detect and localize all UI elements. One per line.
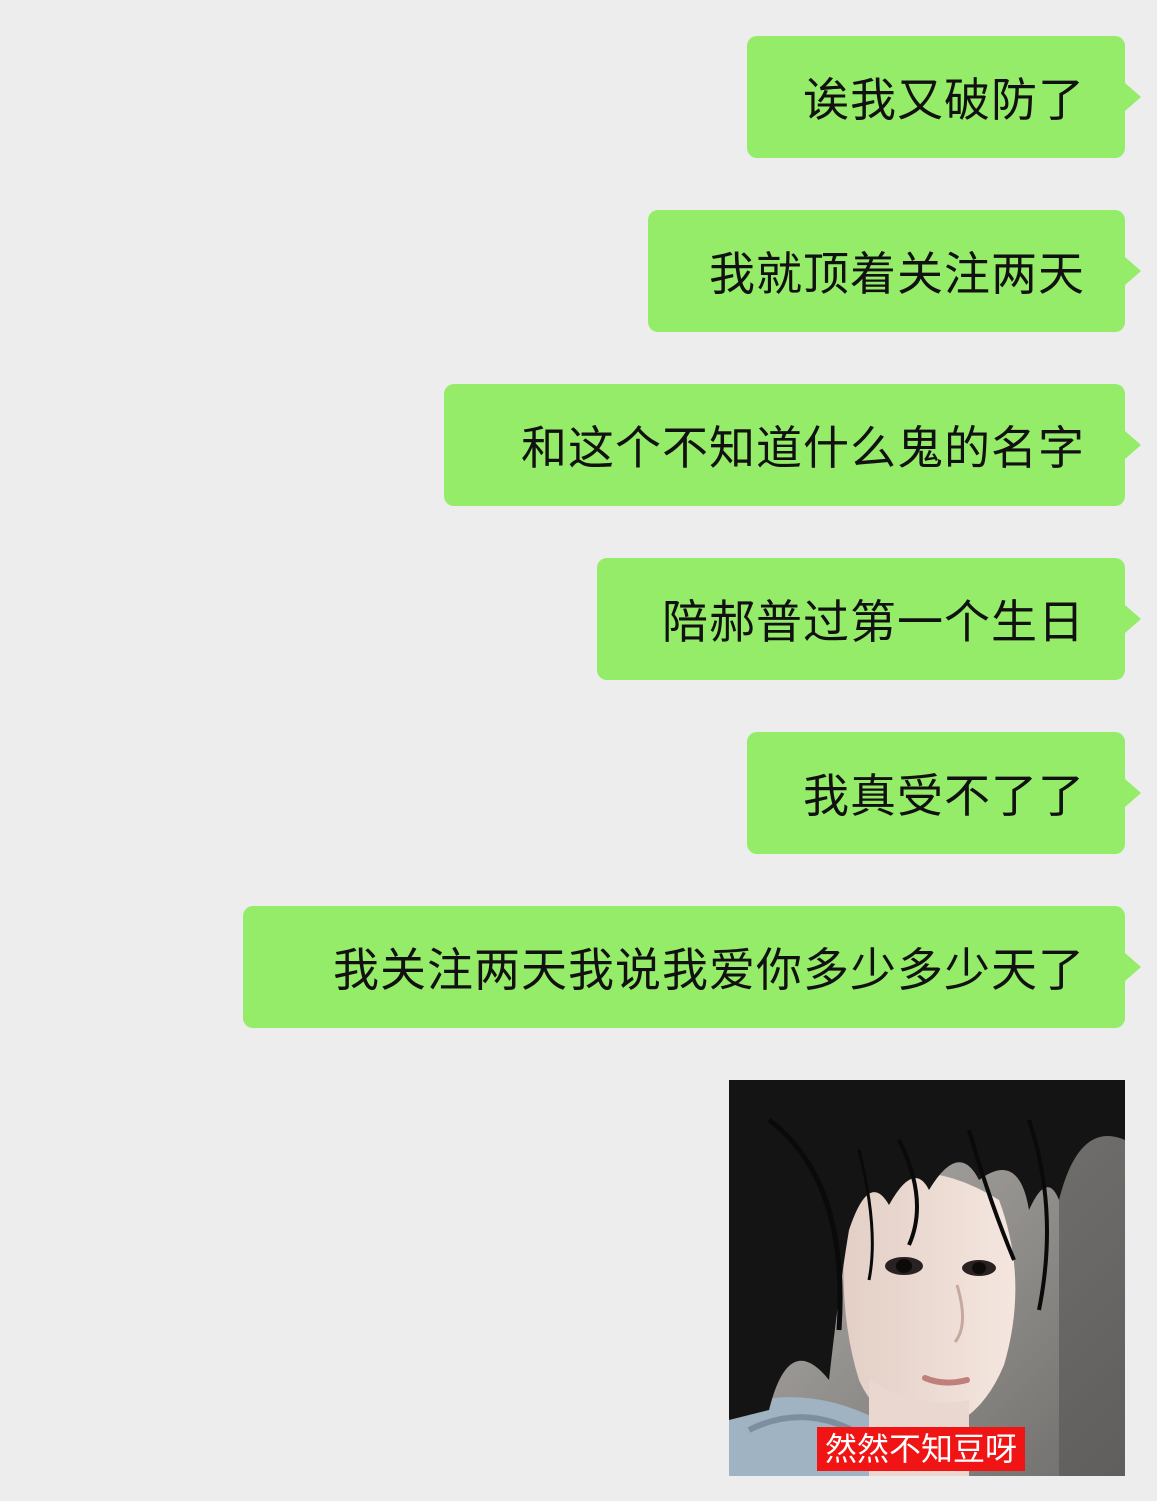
- message-bubble-5[interactable]: 我真受不了了: [747, 732, 1141, 854]
- message-text: 陪郝普过第一个生日: [662, 595, 1085, 649]
- image-caption: 然然不知豆呀: [817, 1427, 1026, 1471]
- message-bubble-6[interactable]: 我关注两天我说我爱你多少多少天了: [243, 906, 1141, 1028]
- chat-message-list[interactable]: 诶我又破防了 我就顶着关注两天 和这个不知道什么鬼的名字 陪郝普过第一个生日 我…: [0, 0, 1157, 1501]
- message-text: 我关注两天我说我爱你多少多少天了: [333, 943, 1085, 997]
- message-bubble-3[interactable]: 和这个不知道什么鬼的名字: [444, 384, 1141, 506]
- message-bubble-2[interactable]: 我就顶着关注两天: [648, 210, 1141, 332]
- message-text: 诶我又破防了: [803, 73, 1085, 127]
- message-bubble-4[interactable]: 陪郝普过第一个生日: [597, 558, 1141, 680]
- message-text: 和这个不知道什么鬼的名字: [521, 421, 1085, 475]
- message-bubble-1[interactable]: 诶我又破防了: [747, 36, 1141, 158]
- message-text: 我就顶着关注两天: [709, 247, 1085, 301]
- message-text: 我真受不了了: [803, 769, 1085, 823]
- image-message[interactable]: 然然不知豆呀: [729, 1080, 1125, 1476]
- portrait-photo: [729, 1080, 1125, 1476]
